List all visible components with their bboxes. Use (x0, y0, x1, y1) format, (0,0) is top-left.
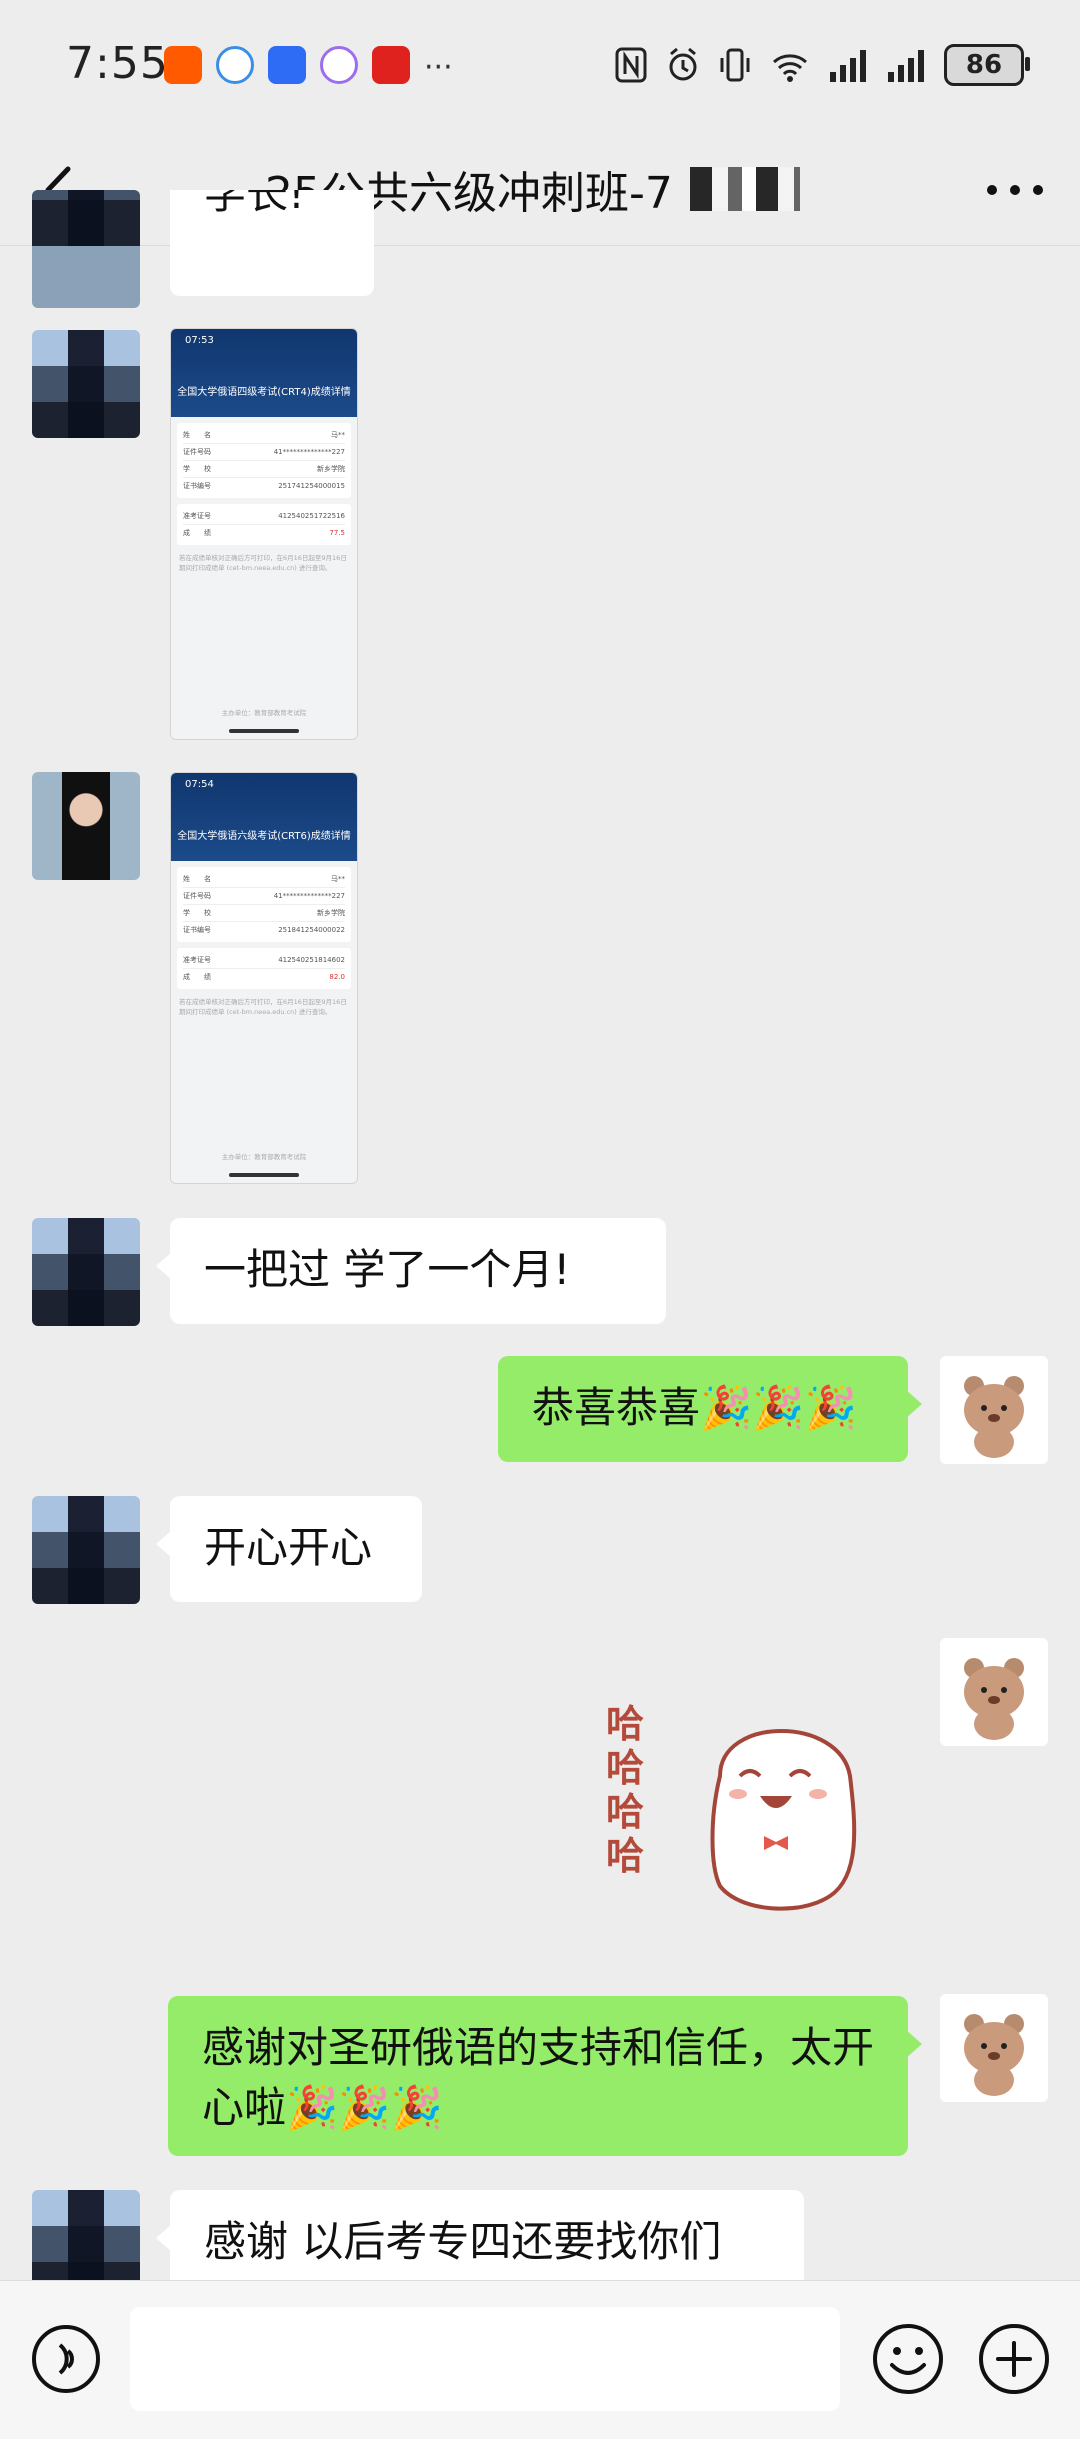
more-notifications-icon: ··· (424, 50, 453, 85)
signal-2-icon (888, 50, 924, 82)
nfc-icon (615, 47, 647, 83)
message-bubble-outgoing[interactable]: 恭喜恭喜🎉🎉🎉 (498, 1356, 922, 1462)
sender-avatar[interactable] (32, 330, 140, 438)
more-actions-button[interactable] (976, 2321, 1052, 2397)
sender-avatar[interactable] (32, 1218, 140, 1326)
screenshot-title: 全国大学俄语六级考试(CRT6)成绩详情 (177, 831, 351, 842)
message-bubble[interactable]: 开心开心 (156, 1496, 422, 1602)
sender-avatar[interactable] (32, 1496, 140, 1604)
message-bubble-outgoing[interactable]: 感谢对圣研俄语的支持和信任，太开心啦🎉🎉🎉 (168, 1996, 922, 2156)
bear-avatar-icon (964, 1376, 1024, 1458)
study-app-icon (372, 46, 410, 84)
sticker-caption: 哈哈哈哈 (606, 1702, 645, 1878)
emoji-button[interactable] (870, 2321, 946, 2397)
score-screenshot-cet4[interactable]: 07:53 全国大学俄语四级考试(CRT4)成绩详情 姓 名马** 证件号码 41… (170, 328, 358, 740)
score-result-card: 准考证号 412540251722516 成 绩 77.5 (177, 504, 351, 545)
rings-app-icon (320, 46, 358, 84)
score-result-card: 准考证号 412540251814602 成 绩 82.0 (177, 948, 351, 989)
battery-indicator: 86 (944, 44, 1030, 86)
voice-input-button[interactable] (30, 2323, 102, 2395)
home-indicator (229, 1173, 299, 1177)
score-screenshot-cet6[interactable]: 07:54 全国大学俄语六级考试(CRT6)成绩详情 姓 名马** 证件号码 41… (170, 772, 358, 1184)
vibrate-icon (720, 48, 750, 82)
sender-avatar[interactable] (32, 772, 140, 880)
sender-avatar[interactable] (32, 190, 140, 308)
bear-avatar-icon (964, 2014, 1024, 2096)
more-options-button[interactable] (980, 165, 1050, 215)
home-indicator (229, 729, 299, 733)
baidu-app-icon (268, 46, 306, 84)
sticker-message[interactable]: 哈哈哈哈 (600, 1686, 900, 1926)
my-avatar[interactable] (940, 1638, 1048, 1746)
message-bubble[interactable]: 一把过 学了一个月! (156, 1218, 666, 1324)
alarm-icon (669, 47, 697, 81)
laughing-ghost-sticker (710, 1729, 857, 1911)
score-details-card: 姓 名马** 证件号码 41**************227 学 校新乡学院 证… (177, 423, 351, 498)
status-bar: 7:55 ··· 86 (0, 0, 1080, 135)
input-bar (0, 2280, 1080, 2439)
chat-header: 25公共六级冲刺班-7 (0, 135, 1080, 246)
status-time: 7:55 (66, 38, 169, 89)
signal-1-icon (830, 50, 866, 82)
wifi-icon (773, 54, 807, 82)
score-details-card: 姓 名马** 证件号码 41**************227 学 校新乡学院 证… (177, 867, 351, 942)
my-avatar[interactable] (940, 1356, 1048, 1464)
my-avatar[interactable] (940, 1994, 1048, 2102)
camera-app-icon (216, 46, 254, 84)
screenshot-title: 全国大学俄语四级考试(CRT4)成绩详情 (177, 387, 351, 398)
taobao-app-icon (164, 46, 202, 84)
title-mosaic (690, 167, 800, 211)
message-bubble-partial[interactable]: 学长! (170, 190, 374, 296)
message-input[interactable] (130, 2307, 840, 2411)
bear-avatar-icon (964, 1658, 1024, 1740)
